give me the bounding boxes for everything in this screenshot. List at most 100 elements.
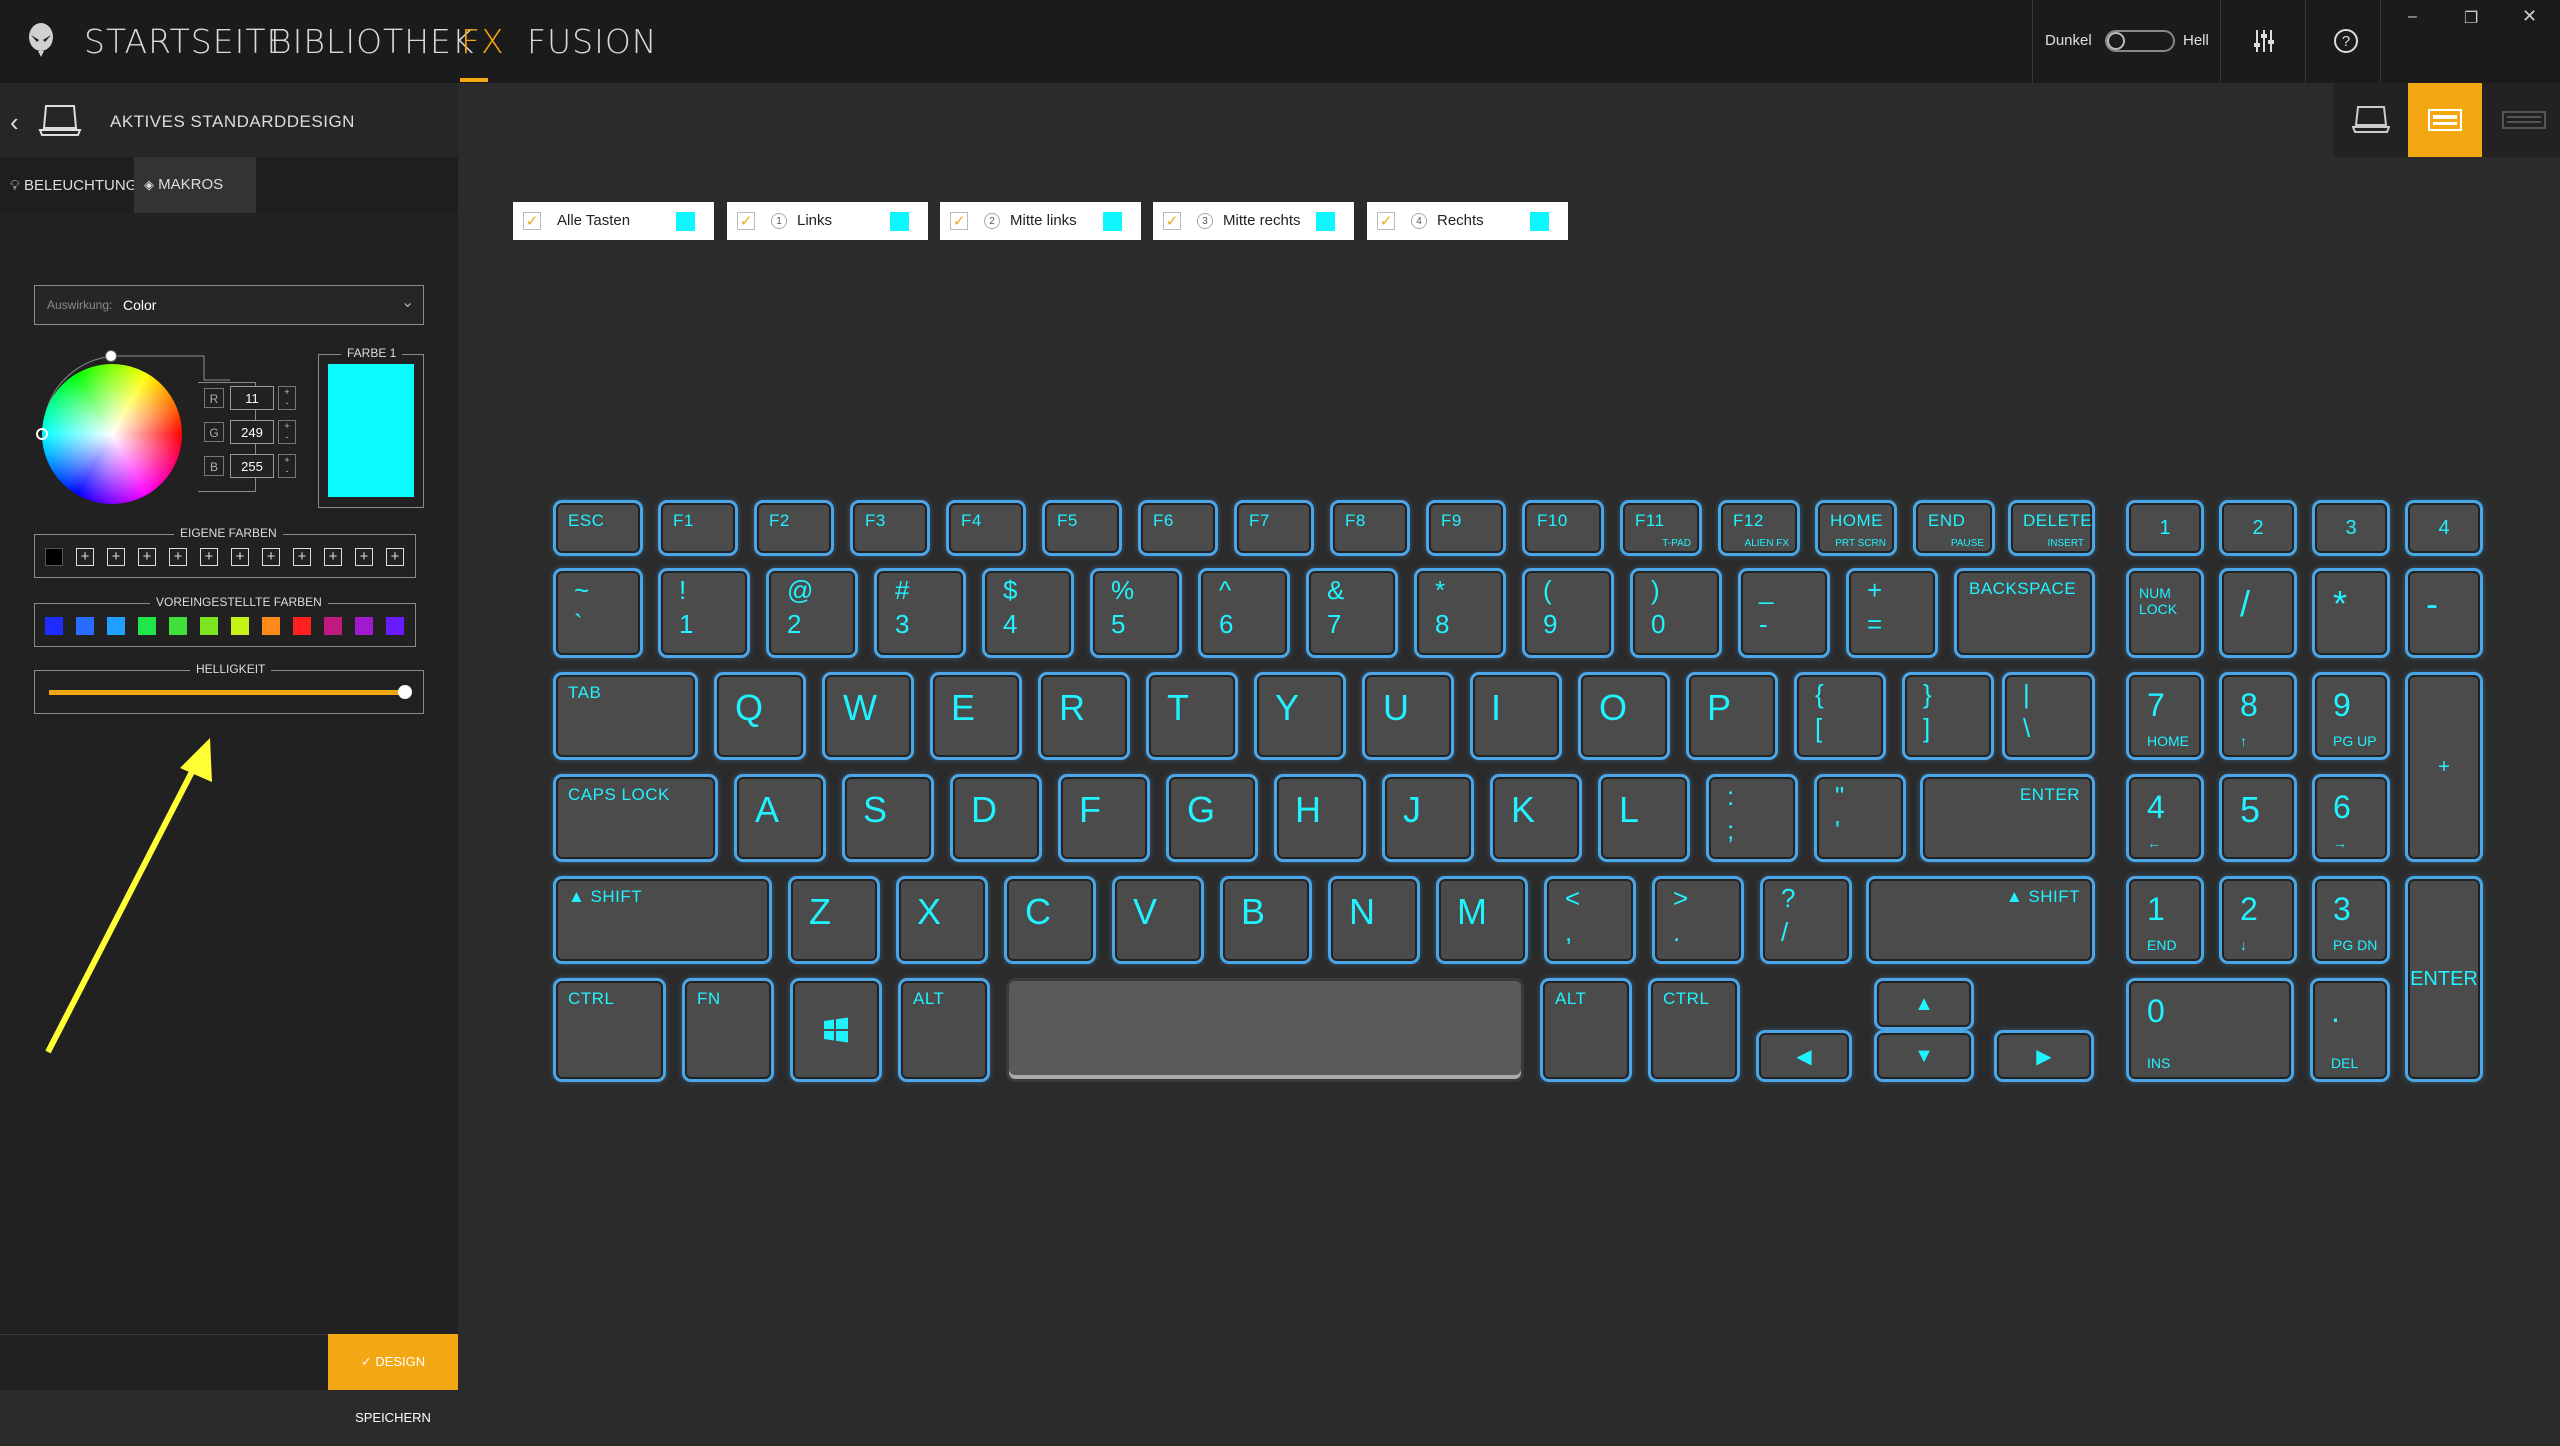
checkbox-checked-icon[interactable]: ✓ — [737, 212, 755, 230]
key-numpad-4[interactable]: 4 ← — [2126, 774, 2204, 862]
add-custom-color-button[interactable]: + — [231, 548, 249, 566]
preset-color-swatch[interactable] — [138, 617, 156, 635]
key-left-shift[interactable]: ▲ SHIFT — [553, 876, 772, 964]
add-custom-color-button[interactable]: + — [293, 548, 311, 566]
add-custom-color-button[interactable]: + — [355, 548, 373, 566]
key-macro-2[interactable]: 2 — [2219, 500, 2297, 556]
key-f7[interactable]: F7 — [1234, 500, 1314, 556]
key-right-shift[interactable]: ▲ SHIFT — [1866, 876, 2095, 964]
key-home[interactable]: HOME PRT SCRN — [1815, 500, 1897, 556]
key-3[interactable]: #3 — [874, 568, 966, 658]
key-arrow-right[interactable]: ▶ — [1994, 1030, 2094, 1082]
key-9[interactable]: (9 — [1522, 568, 1614, 658]
key-tab[interactable]: TAB — [553, 672, 698, 760]
key-4[interactable]: $4 — [982, 568, 1074, 658]
checkbox-checked-icon[interactable]: ✓ — [1163, 212, 1181, 230]
key-5[interactable]: % 5 — [1090, 568, 1182, 658]
zone-filter-4[interactable]: ✓ 3 Mitte rechts — [1153, 202, 1354, 240]
key-space[interactable] — [1006, 978, 1524, 1082]
key-left-ctrl[interactable]: CTRL — [553, 978, 666, 1082]
color-wheel[interactable] — [42, 364, 182, 504]
minimize-button[interactable]: – — [2408, 8, 2417, 26]
key-y[interactable]: Y — [1254, 672, 1346, 760]
preset-color-swatch[interactable] — [169, 617, 187, 635]
key-macro-1[interactable]: 1 — [2126, 500, 2204, 556]
key-b[interactable]: B — [1220, 876, 1312, 964]
key-l[interactable]: L — [1598, 774, 1690, 862]
preset-color-swatch[interactable] — [386, 617, 404, 635]
back-chevron-icon[interactable]: ‹ — [10, 107, 19, 138]
key-backspace[interactable]: BACKSPACE — [1954, 568, 2095, 658]
checkbox-checked-icon[interactable]: ✓ — [523, 212, 541, 230]
key-arrow-up[interactable]: ▲ — [1874, 978, 1974, 1030]
preset-color-swatch[interactable] — [200, 617, 218, 635]
r-input[interactable]: 11 — [230, 386, 274, 410]
add-custom-color-button[interactable]: + — [76, 548, 94, 566]
view-full-keyboard-button[interactable] — [2482, 83, 2560, 157]
close-button[interactable]: ✕ — [2522, 6, 2537, 27]
key-numpad-5[interactable]: 5 — [2219, 774, 2297, 862]
key-s[interactable]: S — [842, 774, 934, 862]
key-u[interactable]: U — [1362, 672, 1454, 760]
key-7[interactable]: & 7 — [1306, 568, 1398, 658]
key-g[interactable]: G — [1166, 774, 1258, 862]
preset-color-swatch[interactable] — [45, 617, 63, 635]
custom-color-swatch[interactable] — [45, 548, 63, 566]
settings-sliders-icon[interactable] — [2253, 28, 2275, 54]
preset-color-swatch[interactable] — [324, 617, 342, 635]
key-0[interactable]: ) 0 — [1630, 568, 1722, 658]
key-numpad-enter[interactable]: ENTER — [2405, 876, 2483, 1082]
theme-toggle[interactable] — [2105, 30, 2175, 52]
key-f1[interactable]: F1 — [658, 500, 738, 556]
zone-filter-2[interactable]: ✓ 1 Links — [727, 202, 928, 240]
key-numpad-2[interactable]: 2 ↓ — [2219, 876, 2297, 964]
key-f12[interactable]: F12 ALIEN FX — [1718, 500, 1800, 556]
key-f8[interactable]: F8 — [1330, 500, 1410, 556]
key-period[interactable]: >. — [1652, 876, 1744, 964]
key-n[interactable]: N — [1328, 876, 1420, 964]
key-equals[interactable]: + = — [1846, 568, 1938, 658]
key-arrow-left[interactable]: ◀ — [1756, 1030, 1852, 1082]
key-numpad-8[interactable]: 8 ↑ — [2219, 672, 2297, 760]
zone-color-square[interactable] — [1530, 212, 1549, 231]
key-left-alt[interactable]: ALT — [898, 978, 990, 1082]
effect-dropdown[interactable]: Auswirkung: Color ⌄ — [34, 285, 424, 325]
key-macro-4[interactable]: 4 — [2405, 500, 2483, 556]
key-m[interactable]: M — [1436, 876, 1528, 964]
g-stepper[interactable]: + - — [278, 420, 296, 444]
key-1[interactable]: ! 1 — [658, 568, 750, 658]
preset-color-swatch[interactable] — [231, 617, 249, 635]
key-8[interactable]: * 8 — [1414, 568, 1506, 658]
key-h[interactable]: H — [1274, 774, 1366, 862]
key-e[interactable]: E — [930, 672, 1022, 760]
key-tilde[interactable]: ~ ` — [553, 568, 643, 658]
key-windows[interactable] — [790, 978, 882, 1082]
zone-color-square[interactable] — [1103, 212, 1122, 231]
key-numpad-1[interactable]: 1 END — [2126, 876, 2204, 964]
key-end[interactable]: END PAUSE — [1913, 500, 1995, 556]
key-macro-3[interactable]: 3 — [2312, 500, 2390, 556]
wheel-handle[interactable] — [105, 350, 117, 362]
key-fn[interactable]: FN — [682, 978, 774, 1082]
key-p[interactable]: P — [1686, 672, 1778, 760]
b-input[interactable]: 255 — [230, 454, 274, 478]
zone-filter-3[interactable]: ✓ 2 Mitte links — [940, 202, 1141, 240]
key-d[interactable]: D — [950, 774, 1042, 862]
brightness-slider-handle[interactable] — [398, 685, 412, 699]
add-custom-color-button[interactable]: + — [107, 548, 125, 566]
key-f11[interactable]: F11 T-PAD — [1620, 500, 1702, 556]
key-right-bracket[interactable]: }] — [1902, 672, 1994, 760]
preset-color-swatch[interactable] — [355, 617, 373, 635]
key-comma[interactable]: <, — [1544, 876, 1636, 964]
key-numpad-plus[interactable]: + — [2405, 672, 2483, 862]
key-j[interactable]: J — [1382, 774, 1474, 862]
key-arrow-down[interactable]: ▼ — [1874, 1030, 1974, 1082]
key-r[interactable]: R — [1038, 672, 1130, 760]
add-custom-color-button[interactable]: + — [200, 548, 218, 566]
brightness-track[interactable] — [49, 690, 405, 695]
restore-button[interactable]: ❐ — [2464, 8, 2478, 28]
key-numpad-divide[interactable]: / — [2219, 568, 2297, 658]
key-minus[interactable]: _ - — [1738, 568, 1830, 658]
key-left-bracket[interactable]: {[ — [1794, 672, 1886, 760]
nav-fx[interactable]: FX — [461, 22, 505, 61]
